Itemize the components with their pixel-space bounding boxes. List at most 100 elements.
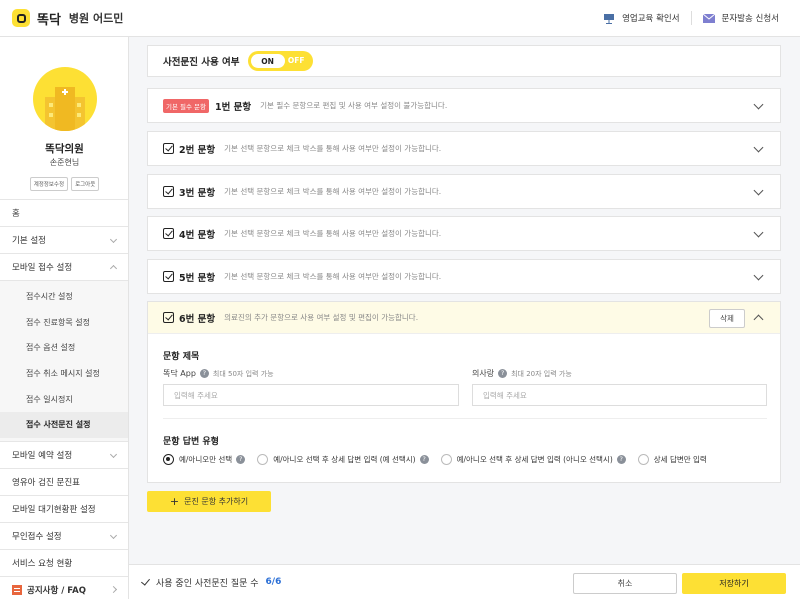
app-field-hint: 최대 50자 입력 가능 [212,369,274,378]
chevron-down-icon[interactable] [753,142,764,153]
question-description: 의료진의 추가 문항으로 사용 여부 설정 및 편집이 가능합니다. [224,313,419,322]
question-checkbox[interactable] [163,143,174,154]
question-title: 1번 문항 [215,101,252,113]
submenu-item-pause-reception[interactable]: 접수 일시정지 [0,386,128,412]
chevron-down-icon [109,450,118,458]
sidebar-item-label: 서비스 요청 현황 [12,558,73,569]
main-content: 사전문진 사용 여부 ON OFF 기본 필수 문항 1번 문항 기본 필수 문… [129,37,800,564]
radio-unselected[interactable] [440,454,452,465]
question-description: 기본 선택 문항으로 체크 박스를 통해 사용 여부만 설정이 가능합니다. [224,272,442,281]
submenu-item-reception-time[interactable]: 접수시간 설정 [0,284,128,310]
sales-training-label: 영업교육 확인서 [622,14,680,24]
sidebar-item-basic-settings[interactable]: 기본 설정 [0,227,128,254]
sidebar-item-label: 모바일 접수 설정 [12,263,73,273]
question-card-5[interactable]: 5번 문항 기본 선택 문항으로 체크 박스를 통해 사용 여부만 설정이 가능… [147,259,781,294]
submenu-item-pre-questionnaire[interactable]: 접수 사전문진 설정 [0,411,128,438]
chevron-down-icon[interactable] [753,99,764,110]
required-badge: 기본 필수 문항 [163,98,210,113]
plus-icon: + [169,495,180,508]
delete-question-button[interactable]: 삭제 [709,309,745,328]
submenu-item-treatment-items[interactable]: 접수 진료항목 설정 [0,310,128,336]
user-name: 손준현님 [49,158,80,167]
sidebar-item-notice-faq[interactable]: 공지사항 / FAQ [0,577,128,599]
question-description: 기본 선택 문항으로 체크 박스를 통해 사용 여부만 설정이 가능합니다. [224,229,442,238]
sidebar-item-label: 홈 [12,209,20,219]
help-icon[interactable]: ? [199,369,209,378]
radio-selected[interactable] [163,454,174,465]
toggle-off-label: OFF [287,56,305,65]
help-icon[interactable]: ? [419,455,429,464]
radio-unselected[interactable] [637,454,649,465]
presentation-board-icon [604,13,615,24]
question-card-1[interactable]: 기본 필수 문항 1번 문항 기본 필수 문항으로 편집 및 사용 여부 설정이… [147,88,781,123]
sidebar: 똑닥의원 손준현님 계정정보수정 로그아웃 홈 기본 설정 모바일 접수 설정 … [0,37,129,599]
question-card-2[interactable]: 2번 문항 기본 선택 문항으로 체크 박스를 통해 사용 여부만 설정이 가능… [147,131,781,166]
answer-type-radio-group: 예/아니오만 선택 ? 예/아니오 선택 후 상세 답변 입력 (예 선택시) … [163,454,719,465]
app-title-input[interactable]: 입력해 주세요 [163,384,459,406]
option-label: 예/아니오 선택 후 상세 답변 입력 (아니오 선택시) [456,455,613,464]
add-question-label: 문진 문항 추가하기 [184,497,249,506]
question-6-header[interactable]: 6번 문항 의료진의 추가 문항으로 사용 여부 설정 및 편집이 가능합니다.… [148,302,780,334]
ddocdoc-logo-icon[interactable] [12,9,30,27]
question-checkbox[interactable] [163,228,174,239]
question-card-4[interactable]: 4번 문항 기본 선택 문항으로 체크 박스를 통해 사용 여부만 설정이 가능… [147,216,781,251]
sms-request-label: 문자발송 신청서 [721,14,779,24]
question-title: 6번 문항 [179,313,216,325]
brand-subtitle: 병원 어드민 [68,12,124,25]
question-title: 5번 문항 [179,272,216,284]
answer-option-detail-yes[interactable]: 예/아니오 선택 후 상세 답변 입력 (예 선택시) ? [257,454,429,465]
doctor-title-input[interactable]: 입력해 주세요 [472,384,767,406]
submenu-item-reception-options[interactable]: 접수 옵션 설정 [0,335,128,361]
save-button[interactable]: 저장하기 [682,573,786,594]
pre-questionnaire-toggle[interactable]: ON OFF [247,51,313,71]
sidebar-item-home[interactable]: 홈 [0,200,128,227]
sidebar-item-mobile-reservation[interactable]: 모바일 예약 설정 [0,442,128,469]
submenu-item-cancel-message[interactable]: 접수 취소 메시지 설정 [0,361,128,387]
pre-questionnaire-toggle-card: 사전문진 사용 여부 ON OFF [147,45,781,77]
answer-option-detail-only[interactable]: 상세 답변만 입력 [637,454,707,465]
sms-request-link[interactable]: 문자발송 신청서 [690,11,790,25]
question-card-3[interactable]: 3번 문항 기본 선택 문항으로 체크 박스를 통해 사용 여부만 설정이 가능… [147,174,781,209]
question-title-section: 문항 제목 [163,352,200,362]
sidebar-item-kiosk-reception[interactable]: 무인접수 설정 [0,523,128,550]
chevron-up-icon[interactable] [753,314,764,325]
answer-option-yes-no[interactable]: 예/아니오만 선택 ? [163,454,246,465]
answer-option-detail-no[interactable]: 예/아니오 선택 후 상세 답변 입력 (아니오 선택시) ? [440,454,626,465]
radio-unselected[interactable] [257,454,269,465]
sidebar-item-infant-checkup[interactable]: 영유아 검진 문진표 [0,469,128,496]
chevron-down-icon[interactable] [753,185,764,196]
question-checkbox[interactable] [163,312,174,323]
chevron-down-icon [109,235,118,244]
hospital-avatar [33,67,97,131]
sales-training-link[interactable]: 영업교육 확인서 [592,11,690,25]
sidebar-item-service-requests[interactable]: 서비스 요청 현황 [0,550,128,577]
cancel-button[interactable]: 취소 [573,573,677,594]
sidebar-item-waiting-board[interactable]: 모바일 대기현황판 설정 [0,496,128,523]
chevron-right-icon [109,585,118,593]
sidebar-item-label: 무인접수 설정 [12,531,62,542]
question-title: 4번 문항 [179,229,216,241]
chevron-down-icon[interactable] [753,227,764,238]
edit-account-button[interactable]: 계정정보수정 [29,177,69,191]
toggle-on-label: ON [250,54,285,68]
help-icon[interactable]: ? [616,455,626,464]
help-icon[interactable]: ? [498,369,508,378]
question-description: 기본 선택 문항으로 체크 박스를 통해 사용 여부만 설정이 가능합니다. [224,144,442,153]
add-question-button[interactable]: + 문진 문항 추가하기 [147,491,271,512]
sidebar-item-label: 모바일 대기현황판 설정 [12,504,96,515]
question-card-6-expanded: 6번 문항 의료진의 추가 문항으로 사용 여부 설정 및 편집이 가능합니다.… [147,301,781,483]
option-label: 예/아니오만 선택 [179,455,233,464]
sidebar-item-mobile-reception[interactable]: 모바일 접수 설정 [0,254,128,281]
used-question-count-label: 사용 중인 사전문진 질문 수 [156,578,259,589]
toggle-label: 사전문진 사용 여부 [163,57,240,68]
sidebar-item-label: 영유아 검진 문진표 [12,477,80,488]
question-title: 2번 문항 [179,144,216,156]
logout-button[interactable]: 로그아웃 [71,177,100,191]
question-checkbox[interactable] [163,186,174,197]
question-checkbox[interactable] [163,271,174,282]
chevron-down-icon[interactable] [753,270,764,281]
help-icon[interactable]: ? [236,455,246,464]
question-description: 기본 선택 문항으로 체크 박스를 통해 사용 여부만 설정이 가능합니다. [224,187,442,196]
section-divider [163,418,767,419]
brand-name[interactable]: 똑닥 [37,9,61,28]
